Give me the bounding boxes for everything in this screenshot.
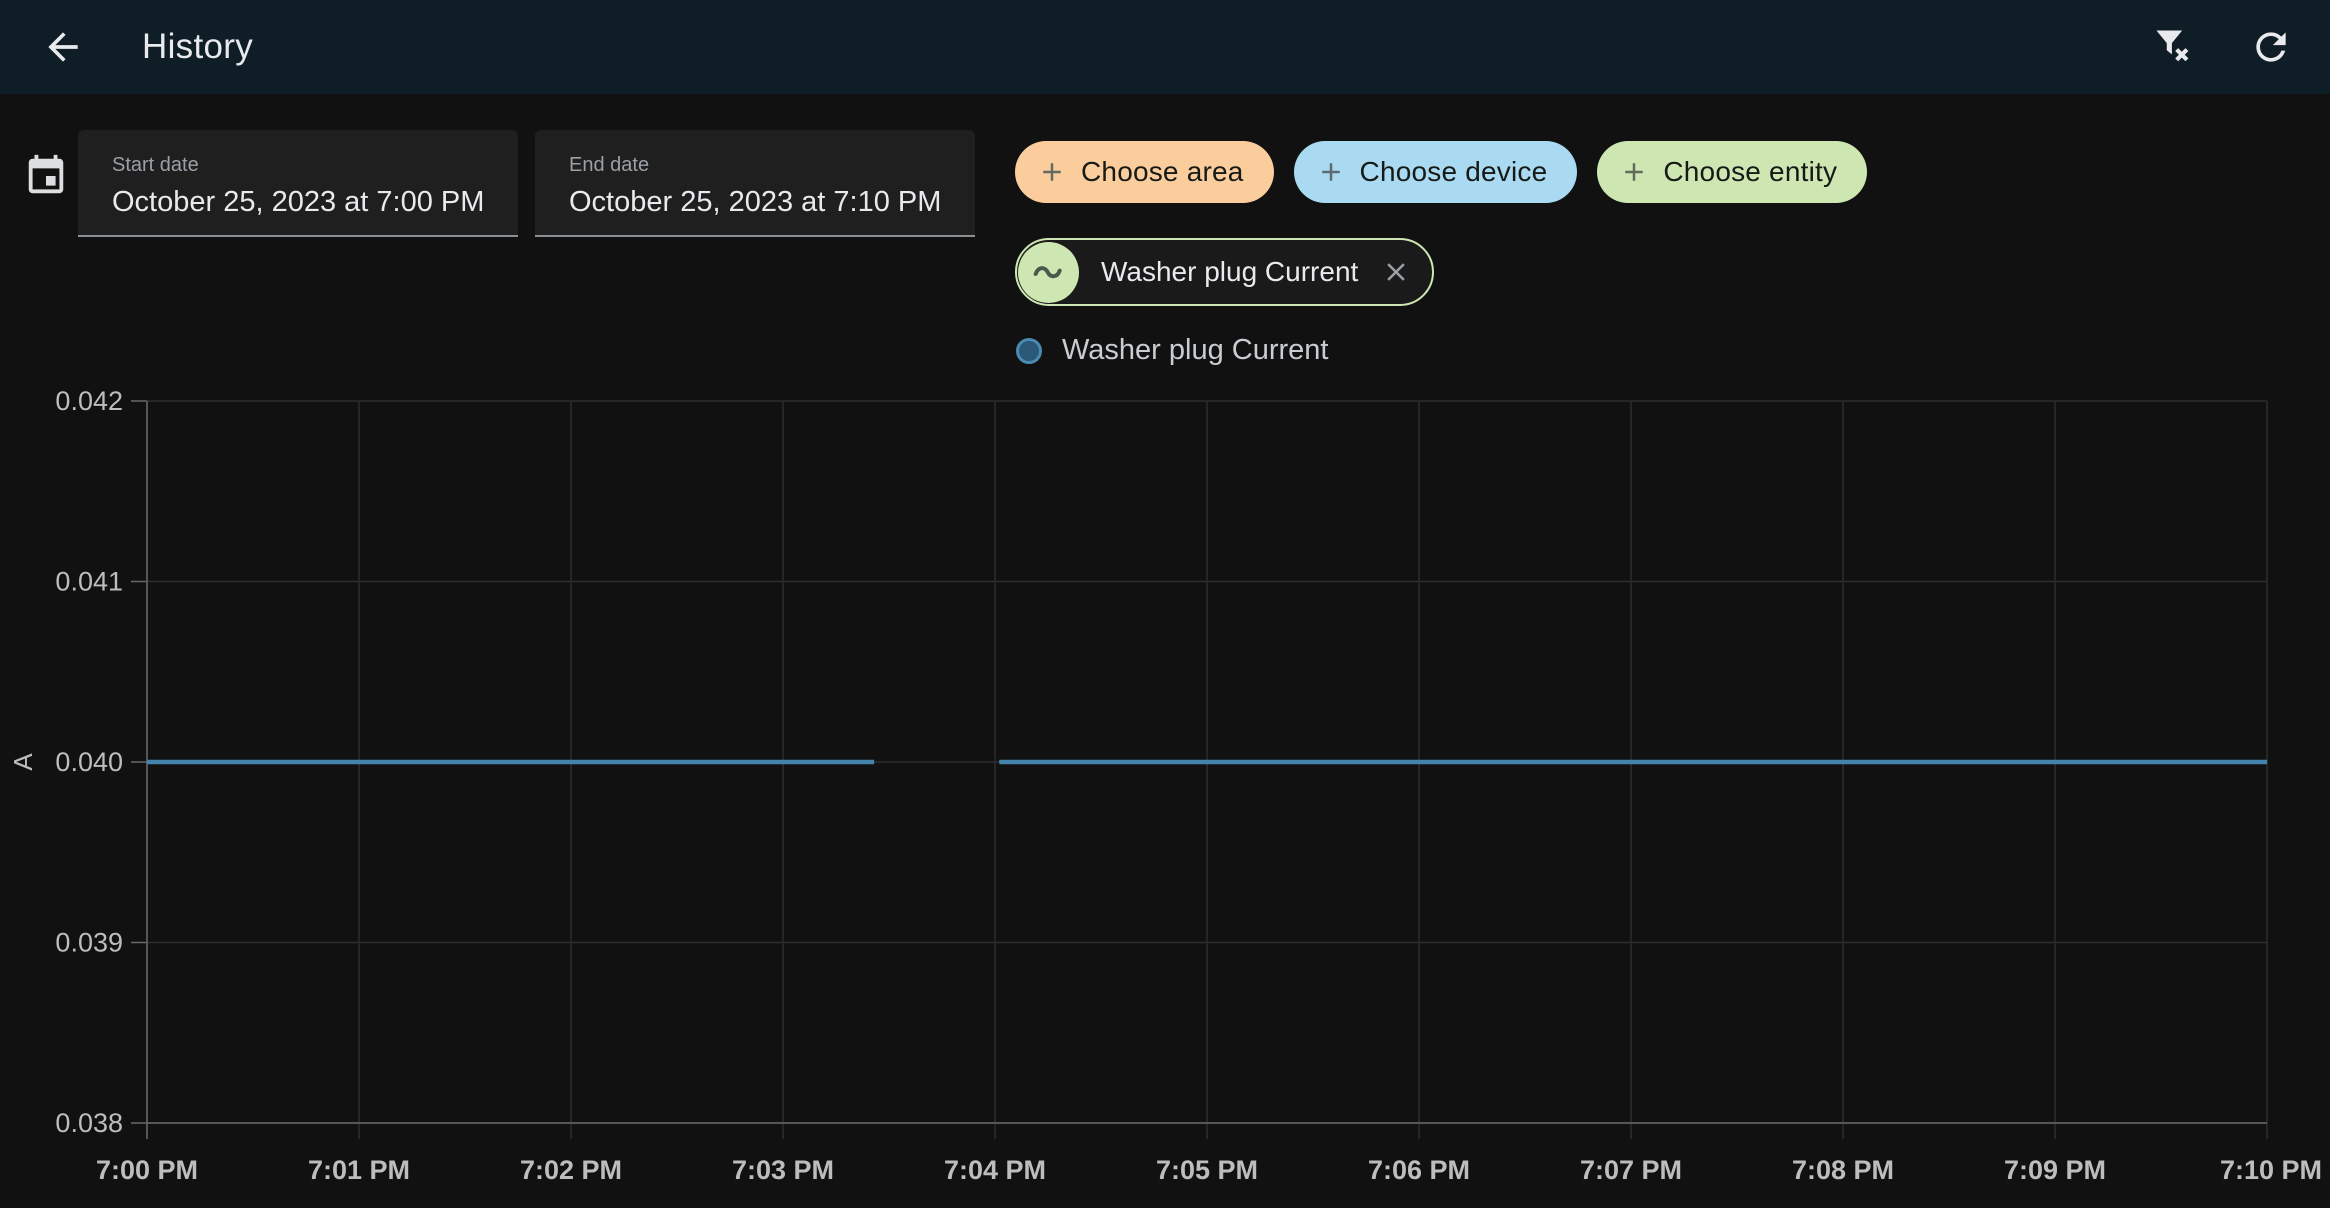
svg-text:7:10 PM: 7:10 PM: [2220, 1155, 2322, 1185]
svg-text:7:06 PM: 7:06 PM: [1368, 1155, 1470, 1185]
svg-text:7:04 PM: 7:04 PM: [944, 1155, 1046, 1185]
svg-text:0.041: 0.041: [55, 567, 123, 597]
svg-text:7:00 PM: 7:00 PM: [96, 1155, 198, 1185]
history-page: History Start date October 25, 2023 at 7…: [0, 0, 2330, 1208]
svg-text:7:01 PM: 7:01 PM: [308, 1155, 410, 1185]
svg-text:0.042: 0.042: [55, 386, 123, 416]
svg-text:0.040: 0.040: [55, 747, 123, 777]
svg-text:7:03 PM: 7:03 PM: [732, 1155, 834, 1185]
history-chart[interactable]: 0.038 0.039 0.040 0.041 0.042 7:00 PM 7:01 PM 7…: [0, 0, 2330, 1208]
svg-text:0.038: 0.038: [55, 1108, 123, 1138]
svg-text:7:08 PM: 7:08 PM: [1792, 1155, 1894, 1185]
svg-text:7:02 PM: 7:02 PM: [520, 1155, 622, 1185]
svg-text:7:09 PM: 7:09 PM: [2004, 1155, 2106, 1185]
svg-text:0.039: 0.039: [55, 928, 123, 958]
svg-text:A: A: [8, 753, 38, 771]
svg-text:7:05 PM: 7:05 PM: [1156, 1155, 1258, 1185]
svg-text:7:07 PM: 7:07 PM: [1580, 1155, 1682, 1185]
